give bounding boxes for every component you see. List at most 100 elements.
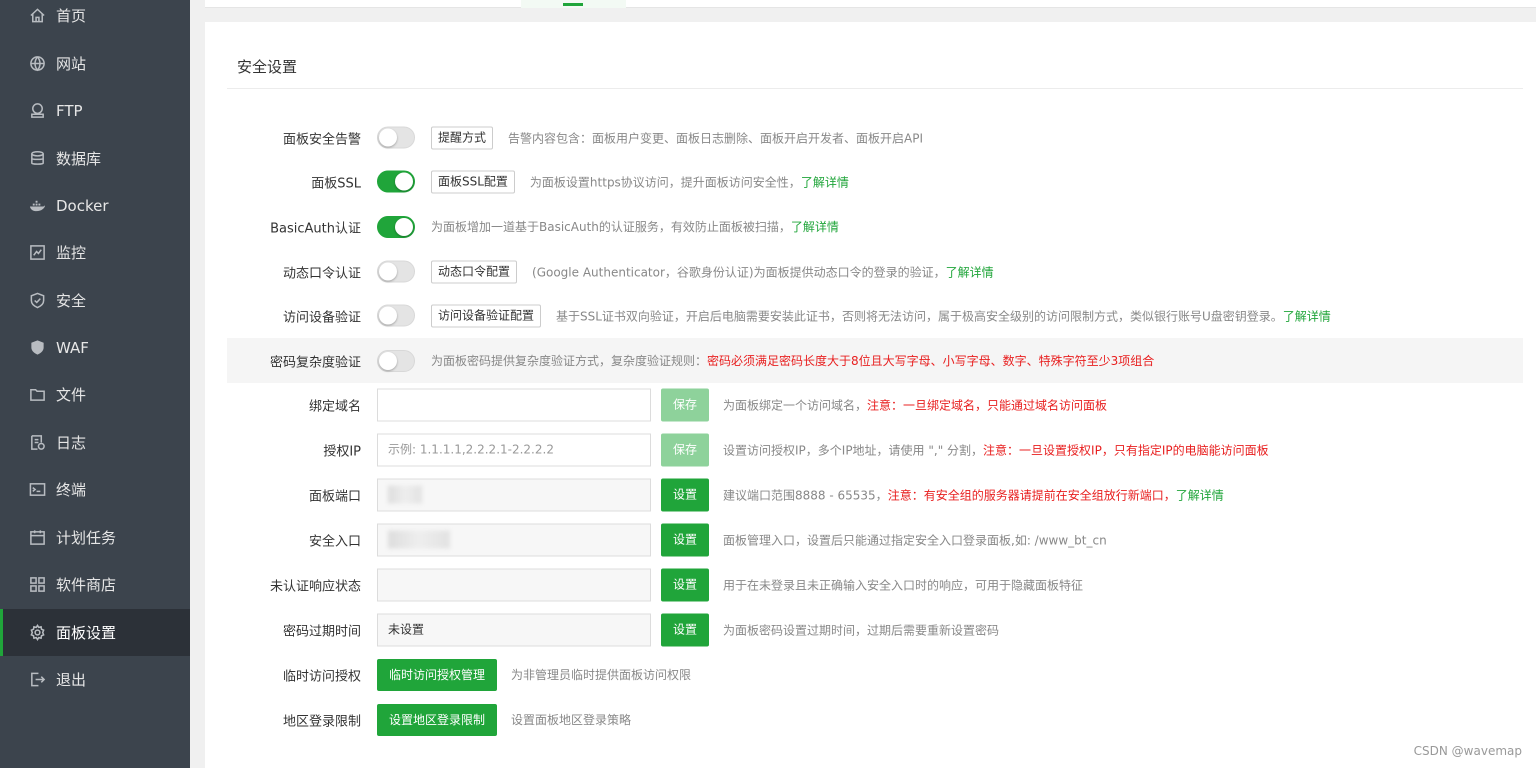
row-panel-port: 面板端口 设置 建议端口范围8888 - 65535， 注意：有安全组的服务器请提… [227, 472, 1523, 517]
dynamic-code-toggle[interactable] [377, 260, 415, 283]
row-desc: 基于SSL证书双向验证，开启后电脑需要安装此证书，否则将无法访问，属于极高安全级… [556, 309, 1283, 323]
divider [227, 88, 1523, 89]
sidebar-item-docker[interactable]: Docker [0, 182, 190, 229]
sidebar-item-security[interactable]: 安全 [0, 277, 190, 324]
save-domain-button[interactable]: 保存 [661, 388, 709, 421]
sidebar-item-store[interactable]: 软件商店 [0, 561, 190, 608]
sidebar-item-label: FTP [56, 101, 83, 120]
log-icon [28, 434, 46, 452]
save-ip-button[interactable]: 保存 [661, 433, 709, 466]
set-password-expire-button[interactable]: 设置 [661, 613, 709, 646]
row-desc: 为面板密码提供复杂度验证方式，复杂度验证规则： [431, 354, 708, 368]
learn-more-link[interactable]: 了解详情 [946, 263, 994, 280]
sidebar-item-label: 监控 [56, 244, 87, 262]
sidebar-item-label: 计划任务 [56, 529, 117, 547]
row-dynamic-code: 动态口令认证 动态口令配置 (Google Authenticator，谷歌身份… [227, 249, 1523, 294]
shield-icon [28, 292, 46, 310]
sidebar-item-logout[interactable]: 退出 [0, 656, 190, 703]
row-desc: 建议端口范围8888 - 65535， [723, 488, 888, 502]
sidebar-item-label: 面板设置 [56, 624, 117, 642]
sidebar-item-cron[interactable]: 计划任务 [0, 514, 190, 561]
sidebar-item-home[interactable]: 首页 [0, 0, 190, 39]
input-placeholder: 示例: 1.1.1.1,2.2.2.1-2.2.2.2 [388, 442, 554, 456]
basic-auth-toggle[interactable] [377, 215, 415, 238]
panel-alert-toggle[interactable] [377, 126, 415, 149]
row-password-expire: 密码过期时间 未设置 设置 为面板密码设置过期时间，过期后需要重新设置密码 [227, 607, 1523, 652]
warning-text: 注意：一旦设置授权IP，只有指定IP的电脑能访问面板 [983, 443, 1269, 457]
redacted-value [388, 485, 422, 504]
row-label: 地区登录限制 [282, 714, 361, 729]
row-desc: 为面板密码设置过期时间，过期后需要重新设置密码 [723, 623, 1000, 637]
row-label: 面板端口 [308, 489, 361, 504]
sidebar-item-terminal[interactable]: 终端 [0, 466, 190, 513]
sidebar-item-ftp[interactable]: FTP [0, 87, 190, 134]
row-label: 密码过期时间 [282, 624, 361, 639]
password-expire-input[interactable]: 未设置 [377, 613, 651, 646]
ssl-config-button[interactable]: 面板SSL配置 [431, 170, 515, 193]
learn-more-link[interactable]: 了解详情 [1176, 486, 1224, 503]
sidebar-item-label: 文件 [56, 386, 87, 404]
bind-domain-input[interactable] [377, 388, 651, 421]
temp-access-manage-button[interactable]: 临时访问授权管理 [377, 658, 498, 691]
row-label: 绑定域名 [308, 399, 361, 414]
settings-panel: 安全设置 面板安全告警 提醒方式 告警内容包含：面板用户变更、面板日志删除、面板… [205, 22, 1536, 768]
sidebar-item-waf[interactable]: WAF [0, 324, 190, 371]
warning-text: 注意：有安全组的服务器请提前在安全组放行新端口， [887, 488, 1176, 502]
row-bind-domain: 绑定域名 保存 为面板绑定一个访问域名， 注意：一旦绑定域名，只能通过域名访问面板 [227, 382, 1523, 427]
sidebar-item-label: 日志 [56, 434, 87, 452]
row-label: 面板SSL [311, 176, 361, 191]
sidebar-item-label: 安全 [56, 292, 87, 310]
set-port-button[interactable]: 设置 [661, 478, 709, 511]
sidebar-item-website[interactable]: 网站 [0, 40, 190, 87]
set-unauth-status-button[interactable]: 设置 [661, 568, 709, 601]
device-verify-config-button[interactable]: 访问设备验证配置 [431, 304, 542, 327]
active-tab-indicator [563, 3, 583, 6]
row-basic-auth: BasicAuth认证 为面板增加一道基于BasicAuth的认证服务，有效防止… [227, 204, 1523, 249]
ftp-icon [28, 102, 46, 120]
row-label: BasicAuth认证 [270, 221, 361, 236]
panel-port-input[interactable] [377, 478, 651, 511]
sidebar-item-label: WAF [56, 338, 89, 357]
globe-icon [28, 55, 46, 73]
unauth-status-input[interactable] [377, 568, 651, 601]
sidebar-item-label: 退出 [56, 671, 87, 689]
calendar-icon [28, 529, 46, 547]
warning-text: 注意：一旦绑定域名，只能通过域名访问面板 [867, 398, 1108, 412]
sidebar-item-panel-settings[interactable]: 面板设置 [0, 609, 190, 656]
learn-more-link[interactable]: 了解详情 [1283, 307, 1331, 324]
row-region-limit: 地区登录限制 设置地区登录限制 设置面板地区登录策略 [227, 697, 1523, 742]
row-unauth-status: 未认证响应状态 设置 用于在未登录且未正确输入安全入口时的响应，可用于隐藏面板特… [227, 562, 1523, 607]
sidebar-item-label: 软件商店 [56, 576, 117, 594]
region-limit-button[interactable]: 设置地区登录限制 [377, 703, 498, 736]
learn-more-link[interactable]: 了解详情 [791, 218, 839, 235]
section-title: 安全设置 [237, 58, 298, 76]
monitor-icon [28, 244, 46, 262]
warning-text: 密码必须满足密码长度大于8位且大写字母、小写字母、数字、特殊字符至少3项组合 [707, 354, 1155, 368]
sidebar-item-label: Docker [56, 196, 109, 215]
panel-ssl-toggle[interactable] [377, 170, 415, 193]
sidebar-item-database[interactable]: 数据库 [0, 135, 190, 182]
sidebar-item-label: 数据库 [56, 150, 102, 168]
auth-ip-input[interactable]: 示例: 1.1.1.1,2.2.2.1-2.2.2.2 [377, 433, 651, 466]
sidebar-item-monitor[interactable]: 监控 [0, 229, 190, 276]
safe-entry-input[interactable] [377, 523, 651, 556]
terminal-icon [28, 481, 46, 499]
sidebar-item-logs[interactable]: 日志 [0, 419, 190, 466]
row-panel-ssl: 面板SSL 面板SSL配置 为面板设置https协议访问，提升面板访问安全性，了… [227, 159, 1523, 204]
sidebar-item-label: 网站 [56, 55, 87, 73]
sidebar-item-label: 首页 [56, 7, 87, 25]
learn-more-link[interactable]: 了解详情 [801, 173, 849, 190]
alert-method-button[interactable]: 提醒方式 [431, 126, 494, 149]
row-desc: 用于在未登录且未正确输入安全入口时的响应，可用于隐藏面板特征 [723, 578, 1084, 592]
password-complexity-toggle[interactable] [377, 349, 415, 372]
row-safe-entry: 安全入口 设置 面板管理入口，设置后只能通过指定安全入口登录面板,如: /www… [227, 517, 1523, 562]
sidebar: 首页 网站 FTP 数据库 Docker 监控 安全 WAF 文件 日志 终端 [0, 0, 190, 768]
row-temp-access: 临时访问授权 临时访问授权管理 为非管理员临时提供面板访问权限 [227, 652, 1523, 697]
device-verify-toggle[interactable] [377, 304, 415, 327]
sidebar-item-files[interactable]: 文件 [0, 371, 190, 418]
row-panel-alert: 面板安全告警 提醒方式 告警内容包含：面板用户变更、面板日志删除、面板开启开发者… [227, 115, 1523, 160]
set-safe-entry-button[interactable]: 设置 [661, 523, 709, 556]
docker-icon [28, 197, 46, 215]
dynamic-code-config-button[interactable]: 动态口令配置 [431, 260, 518, 283]
row-label: 动态口令认证 [282, 266, 361, 281]
